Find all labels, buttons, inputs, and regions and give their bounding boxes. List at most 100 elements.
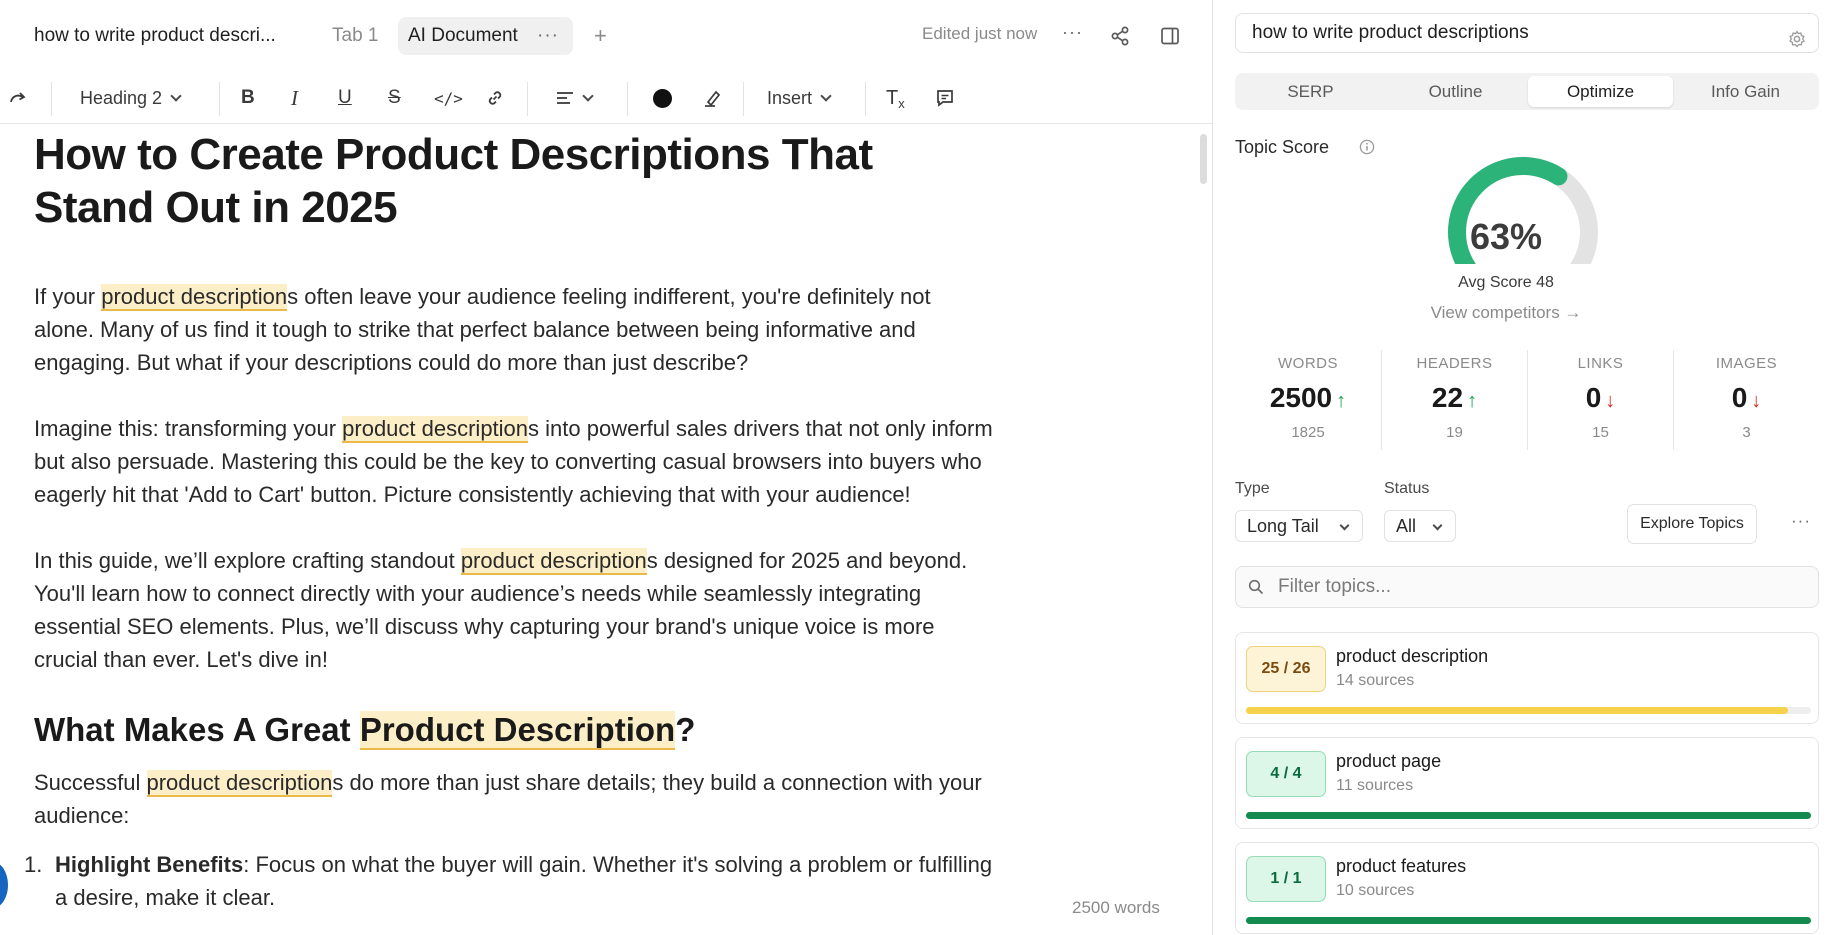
info-icon[interactable]	[1359, 139, 1375, 160]
panel-tabs: SERP Outline Optimize Info Gain	[1235, 73, 1819, 110]
search-icon	[1248, 579, 1264, 600]
heading-select-label: Heading 2	[80, 87, 163, 108]
document-title[interactable]: How to Create Product Descriptions That …	[34, 128, 994, 234]
italic-icon[interactable]: I	[291, 84, 298, 112]
toolbar-divider	[743, 82, 744, 116]
stat-number: 0	[1585, 382, 1602, 413]
topic-sources: 10 sources	[1336, 882, 1415, 899]
keyword-highlight: product description	[460, 548, 647, 575]
stat-value: 0 ↓	[1674, 382, 1819, 414]
tab-serp[interactable]: SERP	[1238, 76, 1383, 107]
status-filter-select[interactable]: All	[1384, 510, 1456, 542]
heading-select[interactable]: Heading 2	[80, 84, 182, 112]
list-item[interactable]: 1. Highlight Benefits: Focus on what the …	[24, 848, 994, 914]
topic-filter	[1235, 566, 1819, 608]
align-left-icon	[557, 92, 573, 104]
chevron-down-icon	[582, 90, 594, 102]
list-number: 1.	[24, 852, 43, 877]
topic-name: product features	[1336, 856, 1467, 876]
keyword-query[interactable]: how to write product descriptions	[1235, 13, 1819, 53]
type-filter-select[interactable]: Long Tail	[1235, 510, 1363, 542]
keyword-highlight: product description	[342, 416, 529, 443]
topic-progress-fill	[1246, 707, 1789, 714]
bold-icon[interactable]: B	[241, 84, 255, 112]
paragraph[interactable]: Successful product descriptions do more …	[34, 766, 994, 832]
list-item-title: Highlight Benefits	[55, 852, 244, 877]
topic-card[interactable]: 1 / 1 product features 10 sources	[1235, 842, 1819, 934]
code-icon[interactable]: </>	[434, 84, 463, 112]
stat-number: 22	[1431, 382, 1464, 413]
chevron-down-icon	[170, 90, 182, 102]
stat-images: IMAGES 0 ↓ 3	[1673, 350, 1819, 450]
link-icon[interactable]	[485, 84, 505, 112]
text-color-icon[interactable]	[653, 84, 672, 112]
comment-icon[interactable]	[935, 84, 955, 112]
topic-usage-badge: 4 / 4	[1246, 751, 1326, 797]
share-icon[interactable]	[1110, 26, 1130, 51]
tab-ai-document-label: AI Document	[408, 25, 518, 46]
align-select[interactable]	[556, 84, 594, 112]
stat-target: 15	[1592, 424, 1609, 441]
tab-1[interactable]: Tab 1	[332, 17, 378, 55]
keyword-query-text: how to write product descriptions	[1252, 22, 1529, 43]
underline-icon[interactable]: U	[338, 84, 352, 112]
type-filter-label: Type	[1235, 480, 1270, 497]
sidebar-toggle-icon[interactable]	[1160, 26, 1180, 51]
stat-value: 22 ↑	[1382, 382, 1527, 414]
more-icon[interactable]: ···	[537, 17, 559, 55]
tab-ai-document[interactable]: AI Document ···	[398, 17, 573, 55]
redo-icon[interactable]	[8, 84, 28, 112]
filter-topics-input[interactable]	[1278, 573, 1798, 601]
status-filter-value: All	[1396, 516, 1417, 536]
more-icon[interactable]: ···	[1062, 22, 1083, 43]
add-tab-button[interactable]: +	[594, 17, 607, 55]
insert-menu[interactable]: Insert	[767, 84, 832, 112]
explore-topics-button[interactable]: Explore Topics	[1627, 504, 1757, 544]
arrow-down-icon: ↓	[1605, 390, 1616, 412]
topic-progress-track	[1246, 812, 1811, 819]
topic-score-label: Topic Score	[1235, 137, 1330, 157]
gear-icon[interactable]	[1788, 24, 1806, 62]
topic-card[interactable]: 4 / 4 product page 11 sources	[1235, 737, 1819, 829]
tab-document-title[interactable]: how to write product descri...	[34, 17, 276, 55]
arrow-down-icon: ↓	[1751, 390, 1762, 412]
clear-format-icon[interactable]: Tx	[886, 84, 905, 112]
toolbar-divider	[627, 82, 628, 116]
view-competitors-link[interactable]: View competitors →	[1376, 303, 1636, 323]
tab-bar: how to write product descri... Tab 1 AI …	[0, 0, 1212, 72]
toolbar-divider	[865, 82, 866, 116]
text-run: Imagine this: transforming your	[34, 416, 343, 441]
chevron-down-icon	[820, 90, 832, 102]
scrollbar[interactable]	[1200, 134, 1207, 184]
stat-links: LINKS 0 ↓ 15	[1527, 350, 1673, 450]
topic-name: product description	[1336, 646, 1489, 666]
status-filter-label: Status	[1384, 480, 1430, 497]
keyword-highlight: product description	[101, 284, 288, 311]
tab-optimize[interactable]: Optimize	[1528, 76, 1673, 107]
more-icon[interactable]: ···	[1791, 511, 1811, 531]
stat-target: 3	[1742, 424, 1751, 441]
chevron-down-icon	[1432, 520, 1443, 531]
document-body[interactable]: How to Create Product Descriptions That …	[24, 126, 994, 914]
stat-number: 2500	[1269, 382, 1333, 413]
paragraph[interactable]: In this guide, we’ll explore crafting st…	[34, 544, 994, 676]
stat-headers: HEADERS 22 ↑ 19	[1381, 350, 1527, 450]
paragraph[interactable]: If your product descriptions often leave…	[34, 280, 994, 379]
strikethrough-icon[interactable]: S	[388, 84, 401, 112]
toolbar-divider	[51, 82, 52, 116]
text-run: Successful	[34, 770, 147, 795]
section-heading[interactable]: What Makes A Great Product Description?	[34, 708, 994, 752]
insert-menu-label: Insert	[767, 87, 813, 108]
text-run: What Makes A Great	[34, 711, 360, 748]
topic-card[interactable]: 25 / 26 product description 14 sources	[1235, 632, 1819, 724]
topic-progress-fill	[1246, 812, 1811, 819]
text-run: In this guide, we’ll explore crafting st…	[34, 548, 461, 573]
stat-value: 2500 ↑	[1235, 382, 1381, 414]
tab-info-gain[interactable]: Info Gain	[1673, 76, 1818, 107]
paragraph[interactable]: Imagine this: transforming your product …	[34, 412, 994, 511]
stat-label: WORDS	[1278, 355, 1338, 372]
chat-widget-button[interactable]	[0, 862, 8, 908]
tab-outline[interactable]: Outline	[1383, 76, 1528, 107]
highlighter-icon[interactable]	[702, 84, 724, 112]
toolbar-divider	[219, 82, 220, 116]
